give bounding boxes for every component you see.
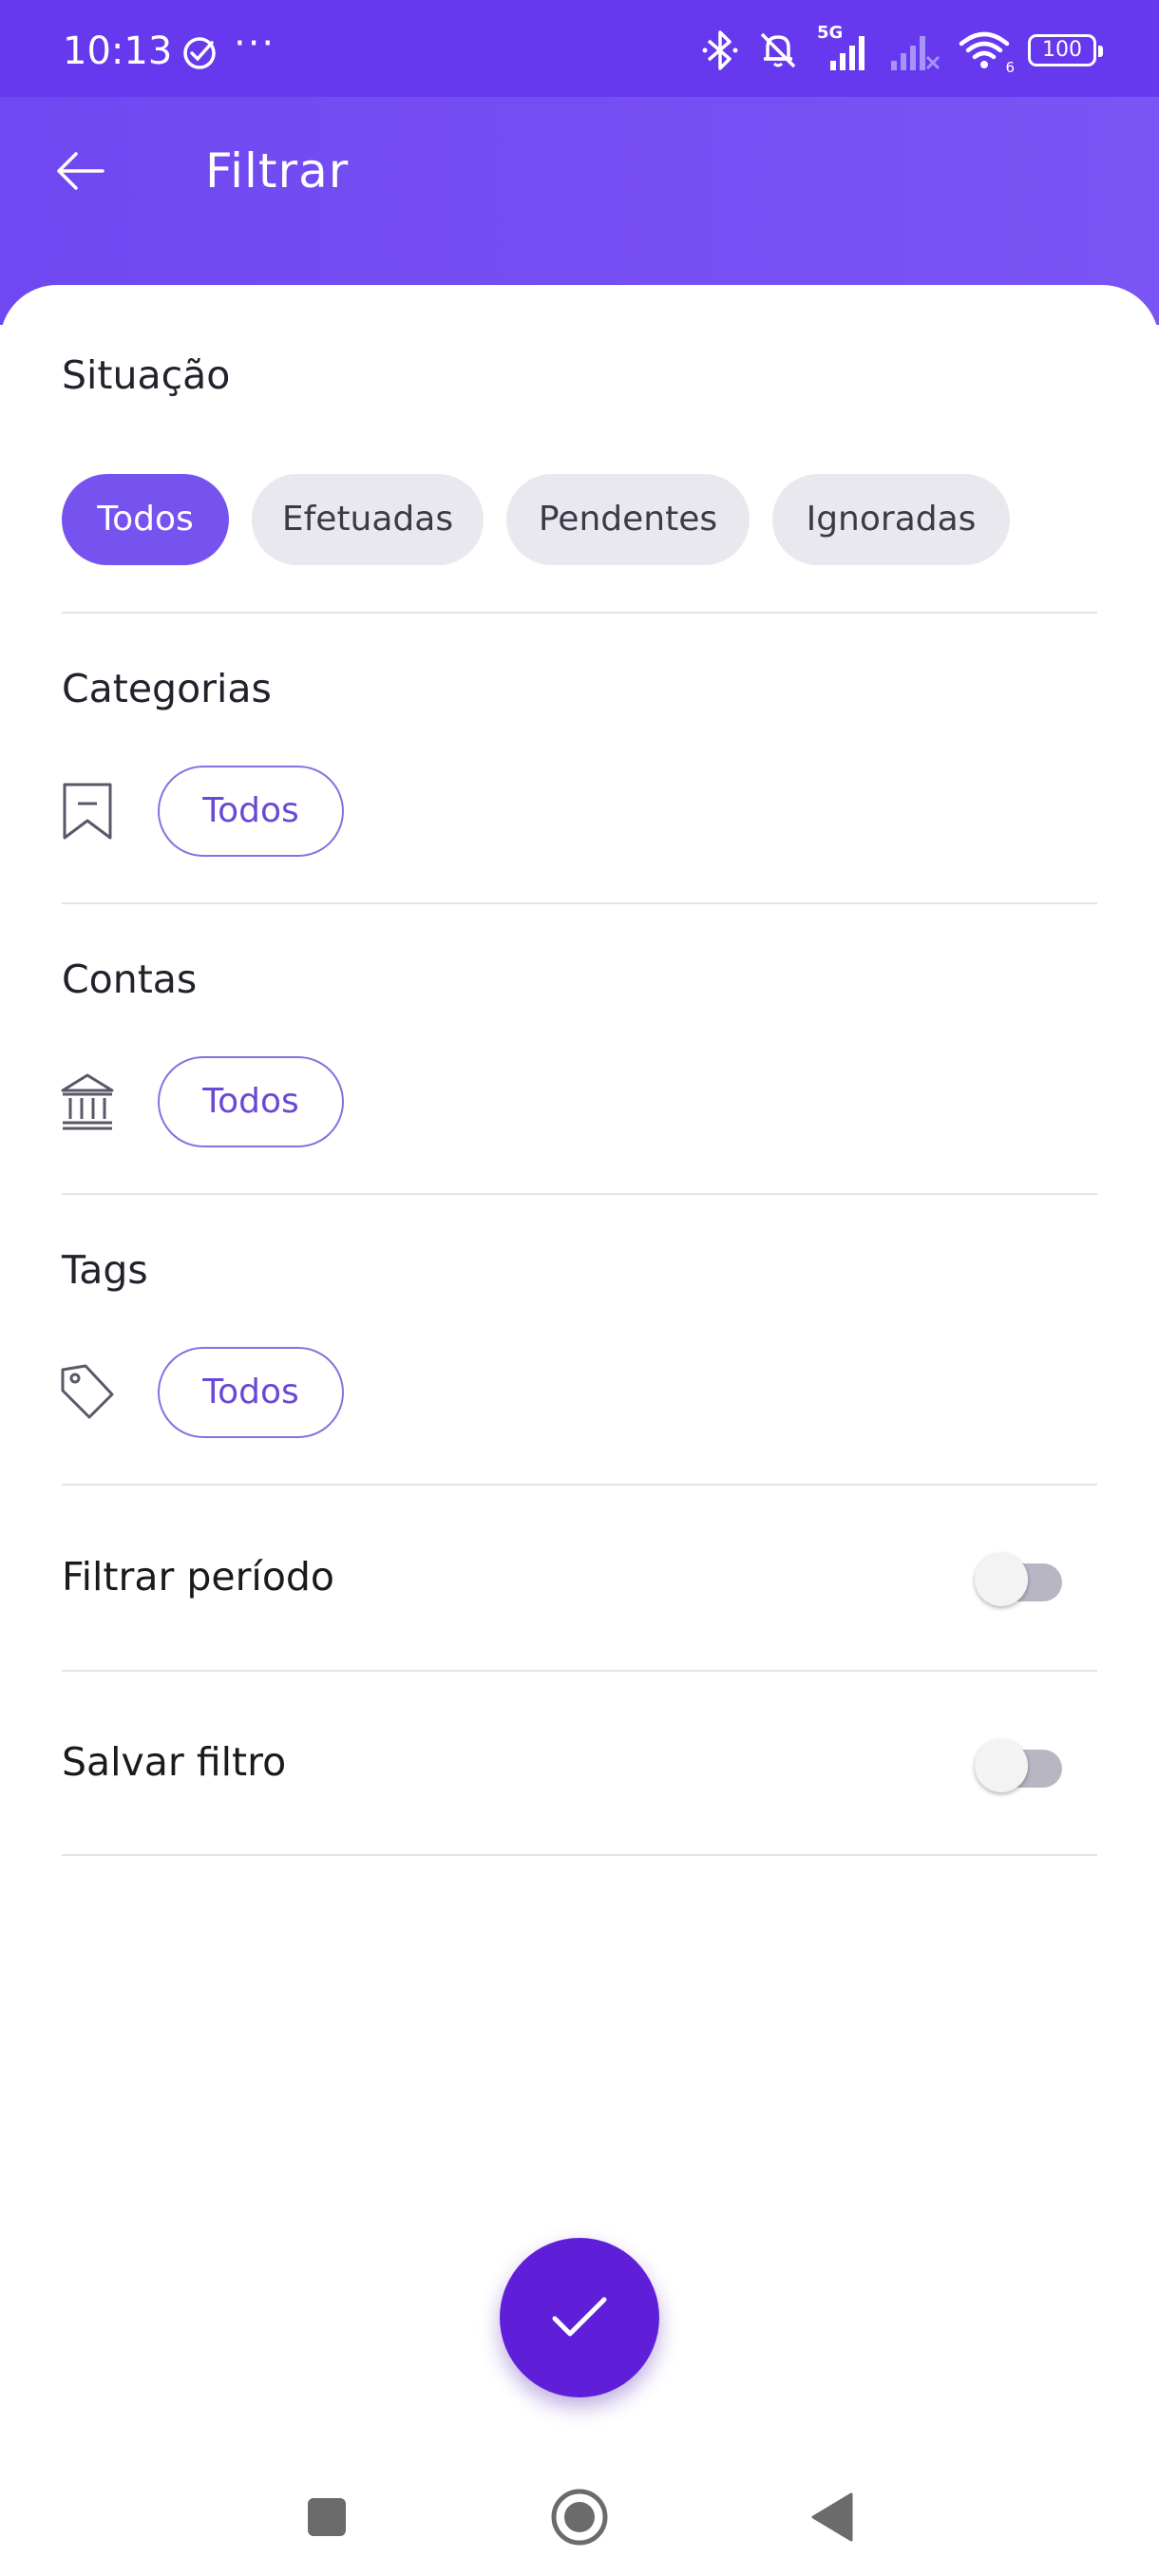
divider [62, 1193, 1097, 1195]
chip-ignoradas[interactable]: Ignoradas [772, 474, 1010, 565]
arrow-left-icon [57, 152, 104, 190]
wifi-label: 6 [1005, 59, 1015, 76]
more-dots-icon: ··· [234, 22, 276, 66]
divider [62, 902, 1097, 904]
bell-off-icon [760, 32, 796, 68]
page-title: Filtrar [205, 143, 350, 199]
divider [62, 1484, 1097, 1486]
contas-title: Contas [62, 957, 198, 1002]
situacao-title: Situação [62, 352, 231, 398]
contas-chip[interactable]: Todos [158, 1056, 344, 1147]
status-icons: 5G 6 100 [701, 23, 1103, 76]
toggle-knob [975, 1553, 1028, 1606]
system-nav-bar [0, 2451, 1159, 2576]
check-circle-icon [183, 37, 216, 69]
toggle-knob [975, 1739, 1028, 1792]
filter-screen: 10:13 ··· 5G 6 100 Filtrar Situação Todo… [0, 0, 1159, 2576]
tags-title: Tags [62, 1247, 148, 1293]
back-button[interactable] [44, 135, 116, 207]
bank-icon [61, 1073, 114, 1130]
salvar-filtro-label: Salvar filtro [62, 1739, 287, 1785]
filtrar-periodo-label: Filtrar período [62, 1554, 335, 1600]
chip-todos[interactable]: Todos [62, 474, 229, 565]
status-bar: 10:13 ··· 5G 6 100 [0, 0, 1159, 97]
bookmark-icon [63, 783, 112, 840]
filtrar-periodo-toggle[interactable] [975, 1546, 1066, 1607]
home-circle-icon [551, 2489, 608, 2546]
categorias-chip[interactable]: Todos [158, 766, 344, 857]
signal-icon: 5G [817, 23, 872, 72]
home-button[interactable] [542, 2479, 618, 2555]
divider [62, 1670, 1097, 1672]
recents-button[interactable] [289, 2479, 365, 2555]
back-triangle-icon [811, 2492, 853, 2542]
divider [62, 1854, 1097, 1856]
categorias-title: Categorias [62, 666, 272, 711]
wifi-icon: 6 [958, 28, 1015, 76]
signal-off-icon [891, 36, 940, 70]
salvar-filtro-toggle[interactable] [975, 1733, 1066, 1793]
filter-sheet [0, 285, 1159, 2576]
chip-efetuadas[interactable]: Efetuadas [252, 474, 484, 565]
battery-icon: 100 [1028, 34, 1103, 66]
bluetooth-icon [702, 30, 738, 70]
chip-pendentes[interactable]: Pendentes [506, 474, 750, 565]
check-icon [552, 2297, 607, 2337]
tags-chip[interactable]: Todos [158, 1347, 344, 1438]
recents-square-icon [308, 2498, 346, 2536]
divider [62, 612, 1097, 614]
status-time: 10:13 [63, 29, 173, 73]
apply-filter-button[interactable] [500, 2238, 659, 2397]
tag-icon [61, 1364, 114, 1419]
back-nav-button[interactable] [794, 2479, 870, 2555]
